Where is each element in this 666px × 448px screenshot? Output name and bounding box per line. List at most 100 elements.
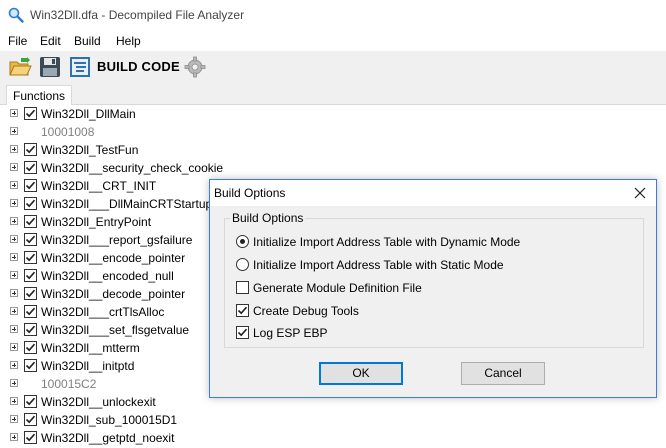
tree-row[interactable]: Win32Dll_DllMain bbox=[0, 105, 666, 123]
expand-plus-icon[interactable] bbox=[10, 361, 18, 369]
save-disk-icon[interactable] bbox=[38, 55, 62, 79]
row-checkbox[interactable] bbox=[24, 179, 37, 192]
tree-row-label: Win32Dll_DllMain bbox=[41, 107, 136, 121]
tree-row[interactable]: 10001008 bbox=[0, 123, 666, 141]
log-esp-label: Log ESP EBP bbox=[253, 326, 328, 340]
dialog-title: Build Options bbox=[214, 186, 286, 200]
expand-plus-icon[interactable] bbox=[10, 433, 18, 441]
dynamic-mode-radio[interactable] bbox=[236, 235, 249, 248]
menu-edit[interactable]: Edit bbox=[40, 34, 61, 48]
checkmark-icon bbox=[25, 397, 36, 406]
checkmark-icon bbox=[25, 163, 36, 172]
row-checkbox[interactable] bbox=[24, 323, 37, 336]
menu-help[interactable]: Help bbox=[116, 34, 141, 48]
checkmark-icon bbox=[25, 199, 36, 208]
checkmark-icon bbox=[25, 253, 36, 262]
tree-row-label: Win32Dll___DllMainCRTStartup bbox=[41, 197, 213, 211]
row-checkbox[interactable] bbox=[24, 431, 37, 444]
tree-row-label: Win32Dll_TestFun bbox=[41, 143, 139, 157]
tree-row[interactable]: Win32Dll_TestFun bbox=[0, 141, 666, 159]
menu-file[interactable]: File bbox=[8, 34, 27, 48]
row-checkbox[interactable] bbox=[24, 197, 37, 210]
tree-row-label: Win32Dll__security_check_cookie bbox=[41, 161, 224, 175]
row-checkbox[interactable] bbox=[24, 269, 37, 282]
tree-row-label: Win32Dll_sub_100015D1 bbox=[41, 413, 178, 427]
row-checkbox[interactable] bbox=[24, 413, 37, 426]
expand-plus-icon[interactable] bbox=[10, 199, 18, 207]
tree-row-label: 10001008 bbox=[41, 125, 95, 139]
log-esp-checkbox[interactable] bbox=[236, 326, 249, 339]
checkmark-icon bbox=[237, 306, 248, 315]
checkmark-icon bbox=[25, 325, 36, 334]
tree-row-label: 100015C2 bbox=[41, 377, 97, 391]
expand-plus-icon[interactable] bbox=[10, 127, 18, 135]
close-icon[interactable] bbox=[630, 183, 650, 203]
expand-plus-icon[interactable] bbox=[10, 397, 18, 405]
row-checkbox[interactable] bbox=[24, 161, 37, 174]
dialog-title-bar: Build Options bbox=[210, 180, 656, 206]
group-label: Build Options bbox=[230, 211, 306, 225]
row-checkbox[interactable] bbox=[24, 305, 37, 318]
checkmark-icon bbox=[25, 271, 36, 280]
checkmark-icon bbox=[25, 289, 36, 298]
checkmark-icon bbox=[25, 235, 36, 244]
cancel-button[interactable]: Cancel bbox=[461, 362, 545, 385]
expand-plus-icon[interactable] bbox=[10, 415, 18, 423]
tree-row[interactable]: Win32Dll_sub_100015D1 bbox=[0, 411, 666, 429]
tree-row-label: Win32Dll__getptd_noexit bbox=[41, 431, 175, 445]
ok-button[interactable]: OK bbox=[319, 362, 403, 385]
row-checkbox[interactable] bbox=[24, 341, 37, 354]
static-mode-radio[interactable] bbox=[236, 258, 249, 271]
tab-strip bbox=[0, 83, 666, 105]
tree-row-label: Win32Dll__initptd bbox=[41, 359, 135, 373]
expand-plus-icon[interactable] bbox=[10, 145, 18, 153]
expand-plus-icon[interactable] bbox=[10, 307, 18, 315]
expand-plus-icon[interactable] bbox=[10, 253, 18, 261]
build-code-button[interactable]: BUILD CODE bbox=[97, 59, 180, 74]
module-def-checkbox[interactable] bbox=[236, 281, 249, 294]
gear-icon[interactable] bbox=[183, 55, 207, 79]
expand-plus-icon[interactable] bbox=[10, 235, 18, 243]
build-code-icon[interactable] bbox=[68, 55, 92, 79]
expand-plus-icon[interactable] bbox=[10, 271, 18, 279]
expand-plus-icon[interactable] bbox=[10, 181, 18, 189]
debug-tools-checkbox[interactable] bbox=[236, 304, 249, 317]
checkmark-icon bbox=[25, 433, 36, 442]
expand-plus-icon[interactable] bbox=[10, 343, 18, 351]
row-checkbox[interactable] bbox=[24, 143, 37, 156]
checkmark-icon bbox=[25, 109, 36, 118]
row-checkbox[interactable] bbox=[24, 359, 37, 372]
tree-row[interactable]: Win32Dll__getptd_noexit bbox=[0, 429, 666, 447]
row-checkbox[interactable] bbox=[24, 287, 37, 300]
expand-plus-icon[interactable] bbox=[10, 379, 18, 387]
build-options-dialog: Build Options Build Options Initialize I… bbox=[209, 179, 657, 398]
tab-functions[interactable]: Functions bbox=[6, 85, 72, 105]
open-folder-icon[interactable] bbox=[8, 55, 32, 79]
debug-tools-label: Create Debug Tools bbox=[253, 304, 359, 318]
menu-bar: File Edit Build Help bbox=[0, 31, 666, 51]
row-checkbox[interactable] bbox=[24, 395, 37, 408]
tree-row-label: Win32Dll__unlockexit bbox=[41, 395, 156, 409]
checkmark-icon bbox=[25, 217, 36, 226]
magnifier-app-icon bbox=[8, 7, 24, 23]
tree-row-label: Win32Dll_EntryPoint bbox=[41, 215, 152, 229]
menu-build[interactable]: Build bbox=[74, 34, 101, 48]
tree-row-label: Win32Dll__encode_pointer bbox=[41, 251, 186, 265]
row-checkbox[interactable] bbox=[24, 233, 37, 246]
expand-plus-icon[interactable] bbox=[10, 325, 18, 333]
row-checkbox[interactable] bbox=[24, 107, 37, 120]
tree-row-label: Win32Dll___crtTlsAlloc bbox=[41, 305, 165, 319]
expand-plus-icon[interactable] bbox=[10, 289, 18, 297]
tree-row-label: Win32Dll__mtterm bbox=[41, 341, 140, 355]
checkmark-icon bbox=[25, 307, 36, 316]
expand-plus-icon[interactable] bbox=[10, 217, 18, 225]
tree-row-label: Win32Dll__decode_pointer bbox=[41, 287, 186, 301]
expand-plus-icon[interactable] bbox=[10, 109, 18, 117]
row-checkbox[interactable] bbox=[24, 251, 37, 264]
row-checkbox[interactable] bbox=[24, 215, 37, 228]
module-def-label: Generate Module Definition File bbox=[253, 281, 422, 295]
expand-plus-icon[interactable] bbox=[10, 163, 18, 171]
checkmark-icon bbox=[25, 343, 36, 352]
tree-row[interactable]: Win32Dll__security_check_cookie bbox=[0, 159, 666, 177]
window-title: Win32Dll.dfa - Decompiled File Analyzer bbox=[30, 8, 245, 22]
